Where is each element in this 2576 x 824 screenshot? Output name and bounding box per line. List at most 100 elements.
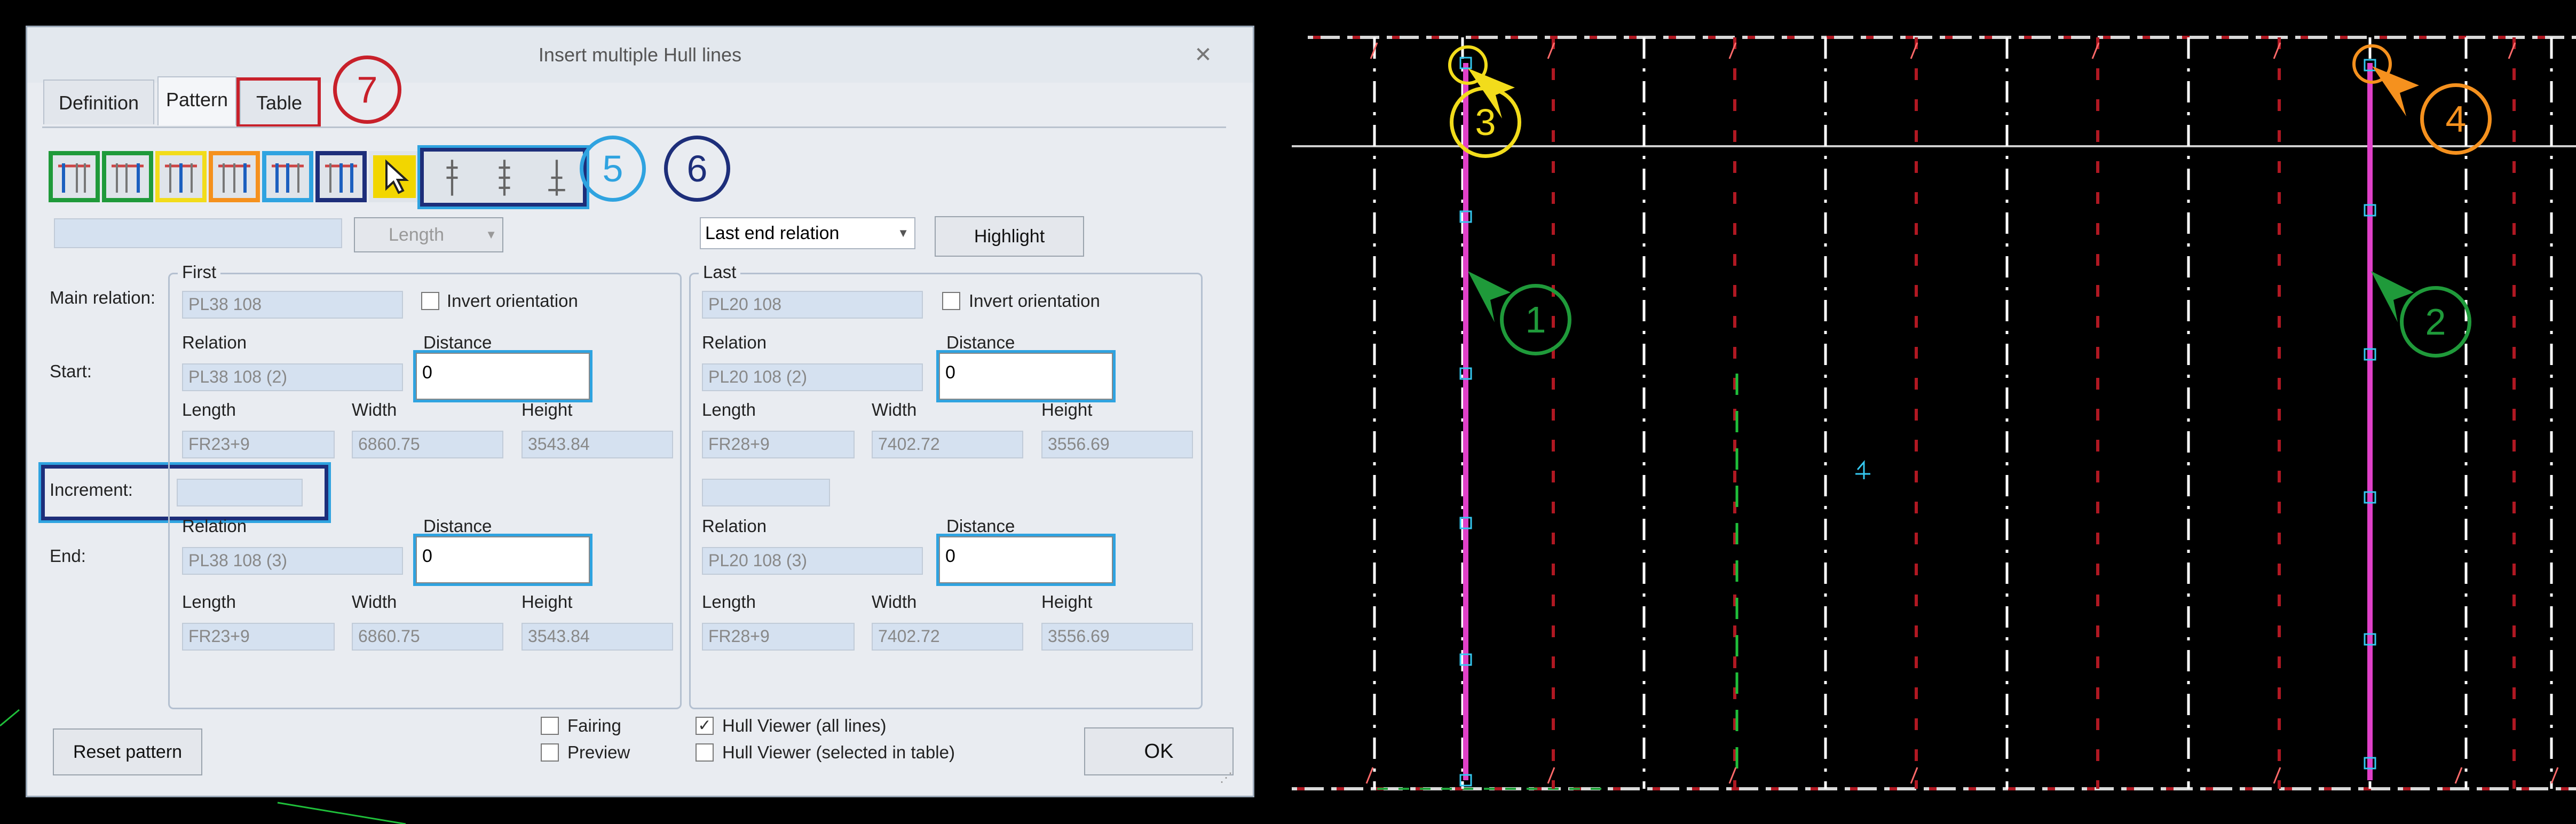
first-start-width: 6860.75 — [352, 431, 503, 458]
length-combo[interactable]: Length ▼ — [354, 217, 503, 252]
pattern-button-6[interactable] — [315, 151, 367, 202]
marker — [2508, 42, 2516, 59]
last-end-relation: PL20 108 (3) — [702, 547, 923, 575]
end-relation-select[interactable]: Last end relation ▼ — [700, 217, 915, 249]
last-end-length-label: Length — [702, 592, 756, 612]
table-tab-highlight — [236, 77, 321, 128]
last-start-relation: PL20 108 (2) — [702, 363, 923, 391]
hull-line-pattern-icon-4 — [218, 163, 250, 193]
resize-grip-icon[interactable]: ⋰ — [1220, 770, 1236, 786]
hull-viewer-all-checkbox[interactable]: ✓ — [696, 717, 714, 735]
end-label: End: — [50, 546, 86, 566]
last-invert-checkbox[interactable] — [942, 292, 960, 310]
first-start-relation-label: Relation — [182, 332, 247, 352]
last-start-width-label: Width — [872, 400, 917, 419]
close-icon[interactable]: ✕ — [1183, 38, 1223, 72]
callout-6: 6 — [664, 136, 730, 202]
last-start-width: 7402.72 — [872, 431, 1023, 458]
frame-lines — [1373, 37, 2553, 789]
last-start-distance-input[interactable]: 0 — [936, 350, 1116, 402]
hull-line-pattern-icon-3 — [165, 163, 197, 193]
last-start-length: FR28+9 — [702, 431, 855, 458]
last-end-height: 3556.69 — [1041, 623, 1193, 651]
pattern-button-2[interactable] — [102, 151, 153, 202]
first-end-length: FR23+9 — [182, 623, 335, 651]
hull-line-pattern-icon-1 — [58, 163, 90, 193]
background-lines — [0, 709, 406, 824]
highlight-button[interactable]: Highlight — [935, 216, 1084, 257]
callout-3: 3 — [1450, 86, 1521, 158]
first-start-width-label: Width — [352, 400, 397, 419]
orange-pointer-icon — [2372, 66, 2419, 116]
dialog-title: Insert multiple Hull lines — [538, 44, 742, 66]
first-end-distance-label: Distance — [423, 516, 492, 536]
select-pointer-button[interactable] — [369, 151, 420, 202]
tab-definition[interactable]: Definition — [43, 80, 154, 124]
first-invert-checkbox[interactable] — [421, 292, 439, 310]
pattern-button-5[interactable] — [262, 151, 313, 202]
last-invert-label: Invert orientation — [969, 291, 1100, 311]
background-line — [0, 709, 20, 727]
first-start-height-label: Height — [521, 400, 573, 419]
first-end-width-label: Width — [352, 592, 397, 612]
callout-7: 7 — [333, 56, 401, 124]
last-end-width: 7402.72 — [872, 623, 1023, 651]
main-relation-label: Main relation: — [50, 288, 156, 307]
marker — [1910, 42, 1918, 59]
pattern-name-field[interactable] — [54, 218, 342, 248]
background-line — [277, 802, 406, 824]
hull-viewer-selected-label: Hull Viewer (selected in table) — [722, 742, 955, 762]
first-invert-label: Invert orientation — [447, 291, 578, 311]
first-start-distance-input[interactable]: 0 — [413, 350, 592, 402]
last-start-length-label: Length — [702, 400, 756, 419]
first-end-relation: PL38 108 (3) — [182, 547, 403, 575]
marker — [2273, 42, 2281, 59]
first-main-relation: PL38 108 — [182, 291, 403, 319]
last-end-distance-label: Distance — [946, 516, 1015, 536]
first-start-height: 3543.84 — [521, 431, 673, 458]
marker — [1547, 42, 1555, 59]
pattern-button-3[interactable] — [155, 151, 207, 202]
first-end-height-label: Height — [521, 592, 573, 612]
increment-label: Increment: — [50, 480, 133, 500]
first-end-height: 3543.84 — [521, 623, 673, 651]
vertical-line-button-2[interactable] — [482, 155, 527, 200]
first-end-length-label: Length — [182, 592, 236, 612]
last-start-relation-label: Relation — [702, 332, 767, 352]
hull-viewer-all-label: Hull Viewer (all lines) — [722, 716, 887, 735]
ok-button[interactable]: OK — [1084, 727, 1234, 775]
end-relation-select-value: Last end relation — [705, 223, 840, 243]
first-end-distance-input[interactable]: 0 — [413, 534, 592, 586]
coordinate-marker-icon — [1855, 459, 1870, 479]
first-end-width: 6860.75 — [352, 623, 503, 651]
last-group-label: Last — [699, 262, 741, 282]
callout-2: 2 — [2400, 286, 2471, 358]
pattern-button-1[interactable] — [49, 151, 100, 202]
last-end-distance-input[interactable]: 0 — [936, 534, 1116, 586]
vertical-line-button-3[interactable] — [534, 155, 579, 200]
pattern-button-4[interactable] — [209, 151, 260, 202]
start-label: Start: — [50, 361, 92, 381]
last-end-length: FR28+9 — [702, 623, 855, 651]
last-main-relation: PL20 108 — [702, 291, 923, 319]
marker — [1365, 767, 1374, 784]
chevron-down-icon: ▼ — [897, 226, 909, 240]
pointer-icon — [385, 159, 409, 194]
insert-hull-lines-dialog: Insert multiple Hull lines ✕ Definition … — [26, 26, 1254, 797]
frame-markers — [1365, 42, 2559, 784]
marker — [2454, 767, 2463, 784]
last-end-height-label: Height — [1041, 592, 1093, 612]
callout-5: 5 — [580, 136, 646, 202]
vertical-line-icon-1 — [446, 160, 458, 196]
first-group-label: First — [178, 262, 221, 282]
tab-pattern[interactable]: Pattern — [157, 76, 236, 125]
callout-1: 1 — [1500, 284, 1571, 355]
chevron-down-icon: ▼ — [485, 228, 497, 241]
last-increment-field — [702, 479, 830, 506]
callout-4: 4 — [2420, 83, 2492, 155]
vertical-line-button-1[interactable] — [430, 155, 475, 200]
hull-viewer-selected-checkbox[interactable] — [696, 743, 714, 762]
first-start-relation: PL38 108 (2) — [182, 363, 403, 391]
hull-line-pattern-icon-5 — [272, 163, 304, 193]
marker — [1728, 42, 1737, 59]
